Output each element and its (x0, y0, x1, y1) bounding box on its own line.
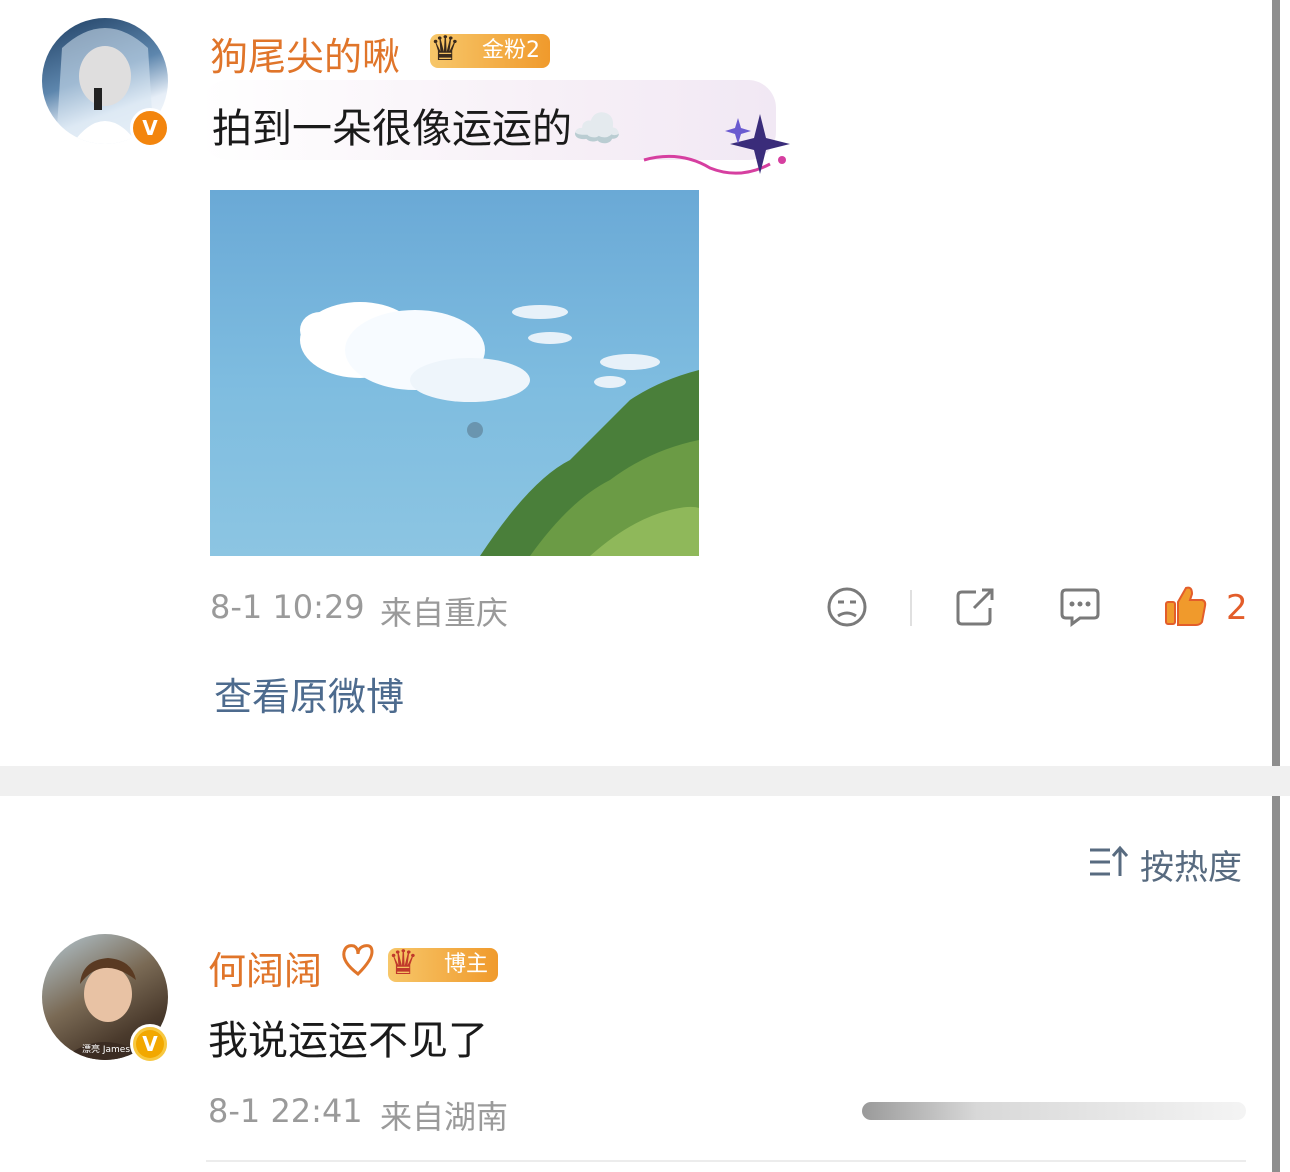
verified-badge: V (130, 1024, 170, 1064)
avatar-caption: 漂亮 James (82, 1043, 130, 1055)
fan-badge[interactable]: ♛ 金粉2 (430, 29, 550, 69)
comment-location: 来自湖南 (380, 1098, 509, 1136)
post-location: 来自重庆 (380, 594, 509, 632)
blogger-badge-label: 博主 (444, 952, 489, 977)
post-author-name[interactable]: 狗尾尖的啾 (210, 26, 400, 81)
dislike-icon[interactable] (826, 586, 868, 628)
comment-divider (206, 1160, 1246, 1162)
comment-timestamp: 8-1 22:41 (208, 1092, 363, 1130)
comment-icon[interactable] (1058, 586, 1102, 628)
view-original-link[interactable]: 查看原微博 (214, 666, 404, 721)
comment-content: 我说运运不见了 (208, 1018, 488, 1064)
like-icon[interactable] (1162, 584, 1208, 628)
crown-icon: ♛ (430, 29, 461, 69)
post-content: 拍到一朵很像运运的☁️ (212, 106, 622, 152)
fan-badge-label: 金粉2 (482, 38, 540, 63)
scrollbar[interactable] (1272, 0, 1280, 1172)
sort-by-hot[interactable]: 按热度 (1140, 840, 1242, 889)
action-divider (910, 590, 912, 626)
blogger-badge[interactable]: ♛ 博主 (388, 943, 499, 983)
post-image[interactable] (210, 190, 699, 556)
like-count: 2 (1226, 588, 1248, 628)
post-timestamp: 8-1 10:29 (210, 588, 365, 626)
sort-icon[interactable] (1088, 844, 1128, 880)
comment-author-name[interactable]: 何阔阔 (208, 940, 322, 995)
verified-badge: V (130, 108, 170, 148)
section-separator (0, 766, 1290, 796)
sparkle-decoration-icon (643, 114, 790, 175)
heart-decoration-icon (342, 944, 374, 976)
faded-actions-bar (862, 1102, 1246, 1120)
crown-icon: ♛ (388, 943, 419, 983)
share-icon[interactable] (954, 586, 996, 628)
